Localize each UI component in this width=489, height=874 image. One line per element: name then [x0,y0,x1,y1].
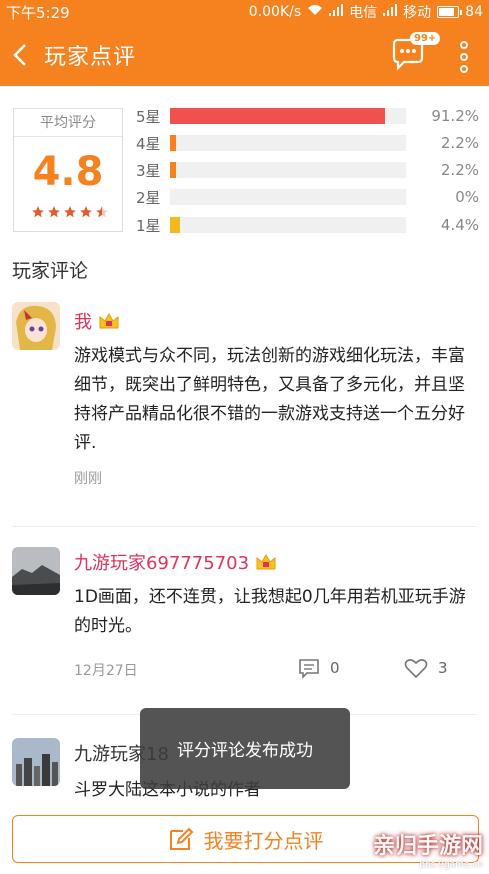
distribution-percent: 4.4% [440,216,479,234]
chevron-left-icon [13,44,26,66]
average-score: 4.8 [32,149,104,195]
distribution-row-4: 4星 2.2% [136,129,481,157]
distribution-bar-track [170,162,406,178]
edit-icon [169,827,193,850]
distribution-bar-fill [170,217,181,233]
distribution-bar-track [170,135,406,151]
avatar[interactable] [12,302,60,350]
distribution-percent: 91.2% [431,107,479,125]
section-title: 玩家评论 [12,260,89,282]
battery-icon [437,6,463,18]
average-rating-label: 平均评分 [14,109,122,137]
more-menu-button[interactable] [452,40,476,74]
watermark-text: 亲归手游网 [372,834,483,859]
crown-badge-icon [99,312,119,329]
star-icon [48,206,60,218]
rating-stars [31,205,109,219]
star-level-label: 4星 [136,134,161,153]
distribution-row-3: 3星 2.2% [136,156,481,184]
like-count: 3 [438,659,448,677]
distribution-bar-fill [170,108,386,124]
back-button[interactable] [0,24,40,86]
comment-text: 游戏模式与众不同，玩法创新的游戏细化玩法，丰富细节，既突出了鲜明特色，又具备了多… [74,346,465,453]
star-level-label: 3星 [136,161,161,180]
comment-author-name: 九游玩家697775703 [74,553,250,574]
like-button[interactable]: 3 [404,657,448,679]
distribution-bar-fill [170,135,176,151]
watermark: 亲归手游网 bbs.9game.cn [373,828,483,870]
comment-date: 刚刚 [74,471,102,487]
star-icon [64,206,76,218]
star-icon [32,206,44,218]
comment-author[interactable]: 九游玩家697775703 [74,549,277,575]
status-bar: 下午5:29 0.00K/s 电信 移动 84 [0,0,489,24]
heart-icon [404,659,428,679]
distribution-bar-fill [170,162,176,178]
comment-date: 12月27日 [74,663,138,679]
watermark-url: bbs.9game.cn [419,860,483,870]
crown-badge-icon [256,553,276,570]
star-level-label: 1星 [136,216,161,235]
avatar[interactable] [12,738,60,786]
distribution-percent: 2.2% [440,134,479,152]
carrier-1: 电信 [349,5,378,21]
distribution-bar-track [170,108,406,124]
carrier-2: 移动 [403,5,432,21]
half-star-icon [96,206,108,218]
bottom-bar: 我要打分点评 亲归手游网 bbs.9game.cn [0,803,489,874]
more-vertical-icon [460,41,468,73]
distribution-row-1: 1星 4.4% [136,211,481,239]
comment-icon [299,659,319,679]
battery-level: 84 [465,4,483,20]
distribution-row-5: 5星 91.2% [136,102,481,130]
star-level-label: 5星 [136,107,161,126]
message-badge: 99+ [410,32,441,45]
distribution-bar-track [170,217,406,233]
divider [12,526,477,527]
distribution-bar-track [170,189,406,205]
distribution-percent: 2.2% [440,161,479,179]
average-rating-card: 平均评分 4.8 [13,108,123,232]
signal-icon-2 [383,4,398,20]
avatar[interactable] [12,547,60,595]
comment-author-name: 我 [74,312,92,333]
wifi-icon [307,4,323,20]
page-title: 玩家点评 [44,45,137,70]
network-speed: 0.00K/s [248,4,302,20]
rate-review-label: 我要打分点评 [203,828,324,853]
distribution-percent: 0% [455,188,479,206]
reply-count: 0 [330,659,340,677]
status-time: 下午5:29 [6,3,70,22]
signal-icon-1 [329,4,344,20]
app-bar: 玩家点评 99+ [0,24,489,86]
star-icon [80,206,92,218]
comment-text: 1D画面，还不连贯，让我想起0几年用若机亚玩手游的时光。 [74,587,466,636]
comment-author[interactable]: 我 [74,308,120,334]
toast-message: 评分评论发布成功 [140,708,350,789]
reply-button[interactable]: 0 [298,657,340,679]
star-level-label: 2星 [136,188,161,207]
distribution-row-2: 2星 0% [136,183,481,211]
